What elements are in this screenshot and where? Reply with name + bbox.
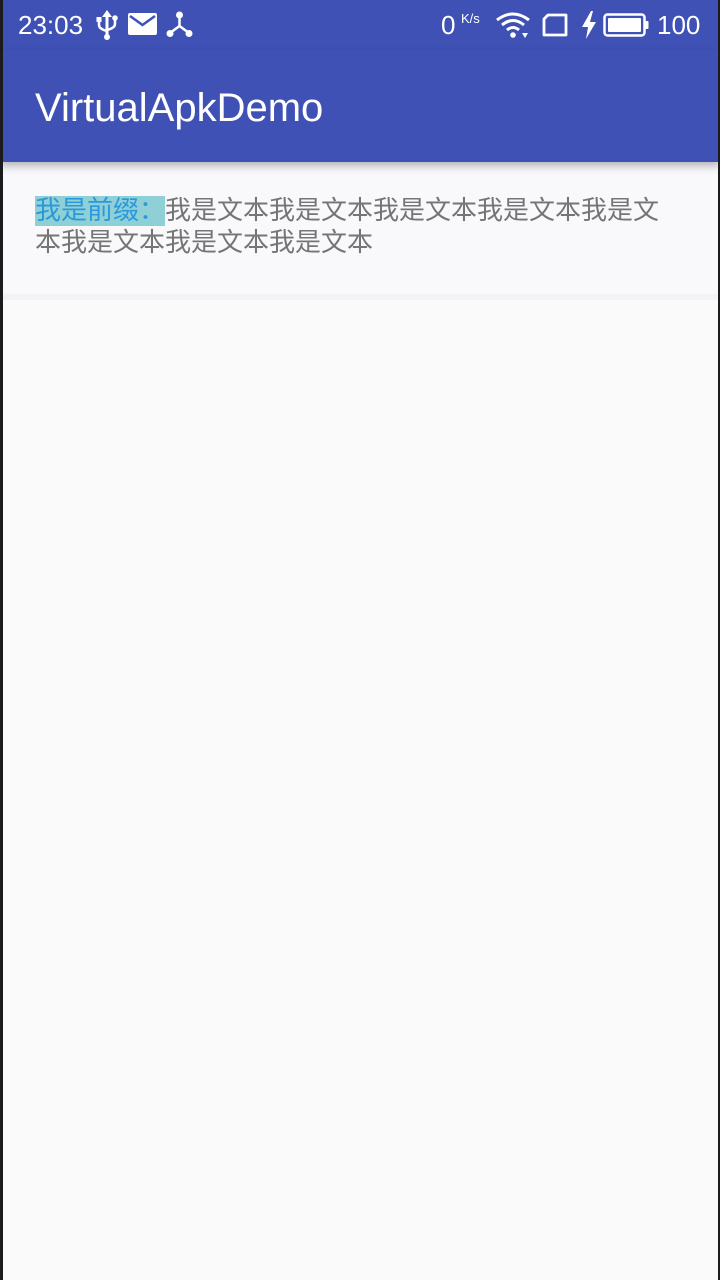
- wifi-icon: [496, 11, 530, 41]
- app-toolbar: VirtualApkDemo: [0, 50, 720, 162]
- charging-icon: [581, 11, 597, 41]
- battery-icon: [603, 13, 649, 43]
- prefixed-text: 我是前缀：我是文本我是文本我是文本我是文本我是文本我是文本我是文本我是文本: [35, 195, 685, 259]
- toolbar-title: VirtualApkDemo: [35, 86, 324, 130]
- net-speed: 0: [441, 10, 456, 40]
- text-prefix: 我是前缀：: [35, 196, 166, 226]
- text-card: 我是前缀：我是文本我是文本我是文本我是文本我是文本我是文本我是文本我是文本: [3, 162, 718, 300]
- share-icon: [166, 11, 193, 41]
- net-speed-unit: K/s: [461, 11, 480, 26]
- screen-edge-left: [0, 0, 3, 1280]
- app-screen: 23:03 0 K/s 100 VirtualApkDemo 我是前缀：我是文本…: [0, 0, 720, 1280]
- screen-icon: [541, 13, 569, 43]
- status-time: 23:03: [18, 10, 84, 40]
- mail-icon: [128, 13, 157, 43]
- usb-icon: [96, 10, 118, 40]
- status-bar: 23:03 0 K/s 100: [0, 0, 720, 50]
- battery-level: 100: [657, 10, 701, 40]
